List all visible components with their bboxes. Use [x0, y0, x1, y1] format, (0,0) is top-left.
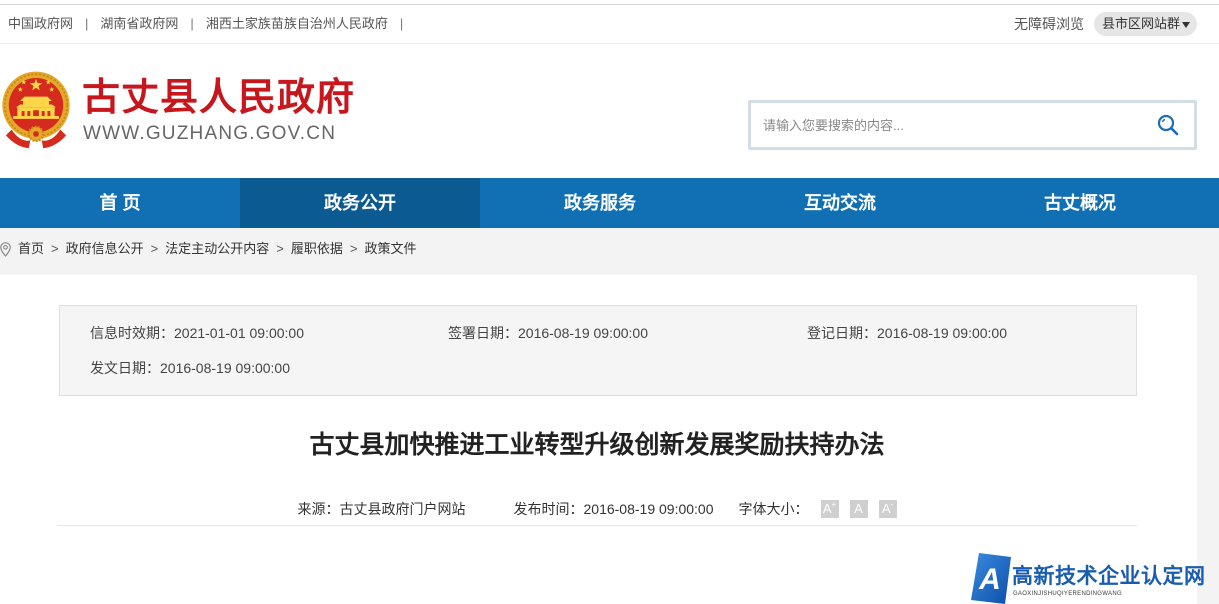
font-size-sup: - — [890, 500, 894, 509]
breadcrumb-item-policy-docs[interactable]: 政策文件 — [364, 228, 416, 270]
info-validity-value: 2021-01-01 09:00:00 — [174, 325, 304, 341]
info-validity: 信息时效期：2021-01-01 09:00:00 — [90, 323, 304, 343]
watermark-logo-letter: A — [978, 563, 1001, 596]
search-box — [748, 100, 1197, 150]
site-group-label: 县市区网站群 — [1101, 16, 1180, 31]
font-size-increase-button[interactable]: A+ — [820, 500, 839, 518]
source-value: 古丈县政府门户网站 — [339, 501, 466, 517]
info-issued-value: 2016-08-19 09:00:00 — [160, 360, 290, 376]
info-signed-date: 签署日期：2016-08-19 09:00:00 — [448, 323, 648, 343]
publish-label: 发布时间： — [513, 501, 584, 517]
info-registered-date: 登记日期：2016-08-19 09:00:00 — [807, 323, 1007, 343]
font-size-letter: A — [881, 501, 891, 516]
national-emblem-icon — [2, 71, 70, 149]
article-title: 古丈县加快推进工业转型升级创新发展奖励扶持办法 — [309, 431, 885, 459]
link-xiangxi-gov[interactable]: 湘西土家族苗族自治州人民政府 — [206, 16, 388, 31]
watermark-logo: A — [971, 553, 1011, 604]
search-input[interactable] — [751, 103, 1143, 147]
breadcrumb-separator: > — [51, 241, 59, 256]
site-title: 古丈县人民政府 — [82, 77, 356, 119]
breadcrumb-separator: > — [349, 241, 358, 256]
caret-down-icon — [1182, 22, 1190, 28]
font-size-letter: A — [822, 501, 832, 516]
breadcrumb: 首页 > 政府信息公开 > 法定主动公开内容 > 履职依据 > 政策文件 — [0, 228, 416, 270]
info-issued-date: 发文日期：2016-08-19 09:00:00 — [90, 358, 290, 378]
info-issued-label: 发文日期： — [90, 360, 160, 376]
link-separator: | — [399, 16, 404, 31]
site-url: WWW.GUZHANG.GOV.CN — [83, 123, 337, 144]
article-publish-time: 发布时间：2016-08-19 09:00:00 — [514, 499, 714, 519]
nav-item-gov-affairs-open[interactable]: 政务公开 — [240, 178, 480, 228]
breadcrumb-item-info-disclosure[interactable]: 政府信息公开 — [66, 228, 144, 270]
info-signed-label: 签署日期： — [448, 325, 518, 341]
font-size-decrease-button[interactable]: A- — [878, 500, 897, 518]
location-pin-icon — [0, 241, 11, 257]
font-size-label: 字体大小： — [738, 501, 809, 517]
accessibility-link[interactable]: 无障碍浏览 — [1014, 14, 1084, 34]
font-size-default-button[interactable]: A — [849, 500, 868, 518]
main-nav: 首 页 政务公开 政务服务 互动交流 古丈概况 — [0, 178, 1219, 228]
publish-value: 2016-08-19 09:00:00 — [583, 501, 714, 517]
info-signed-value: 2016-08-19 09:00:00 — [518, 325, 648, 341]
info-registered-label: 登记日期： — [807, 325, 877, 341]
info-registered-value: 2016-08-19 09:00:00 — [877, 325, 1007, 341]
link-china-gov[interactable]: 中国政府网 — [8, 16, 73, 31]
link-separator: | — [85, 16, 89, 31]
meta-divider — [57, 525, 1137, 526]
nav-item-guzhang-overview[interactable]: 古丈概况 — [960, 178, 1200, 228]
link-hunan-gov[interactable]: 湖南省政府网 — [100, 16, 178, 31]
article-meta: 来源：古丈县政府门户网站 发布时间：2016-08-19 09:00:00 字体… — [57, 497, 1137, 521]
topbar-tools: 无障碍浏览 县市区网站群 — [1014, 5, 1197, 43]
nav-item-home[interactable]: 首 页 — [0, 178, 240, 228]
font-size-sup: + — [831, 500, 837, 509]
nav-item-interaction[interactable]: 互动交流 — [720, 178, 960, 228]
search-icon[interactable] — [1157, 114, 1179, 136]
site-group-dropdown[interactable]: 县市区网站群 — [1093, 12, 1197, 36]
breadcrumb-item-home[interactable]: 首页 — [18, 228, 44, 270]
link-separator: | — [190, 16, 194, 31]
watermark-pinyin: GAOXINJISHUQIYERENDINGWANG — [1013, 591, 1122, 597]
font-size-letter: A — [854, 501, 863, 516]
top-bar: 中国政府网 | 湖南省政府网 | 湘西土家族苗族自治州人民政府 | 无障碍浏览 县市区网站… — [0, 4, 1219, 44]
article-source: 来源：古丈县政府门户网站 — [298, 499, 466, 519]
watermark-name: 高新技术企业认定网 — [1012, 565, 1206, 588]
breadcrumb-separator: > — [276, 241, 284, 256]
info-validity-label: 信息时效期： — [90, 325, 174, 341]
breadcrumb-item-statutory-content[interactable]: 法定主动公开内容 — [165, 228, 269, 270]
breadcrumb-item-duty-basis[interactable]: 履职依据 — [291, 228, 343, 270]
nav-item-gov-services[interactable]: 政务服务 — [480, 178, 720, 228]
breadcrumb-separator: > — [150, 241, 159, 256]
document-info-panel: 信息时效期：2021-01-01 09:00:00 签署日期：2016-08-1… — [59, 305, 1137, 396]
external-links: 中国政府网 | 湖南省政府网 | 湘西土家族苗族自治州人民政府 | — [8, 5, 415, 43]
source-label: 来源： — [297, 501, 340, 517]
